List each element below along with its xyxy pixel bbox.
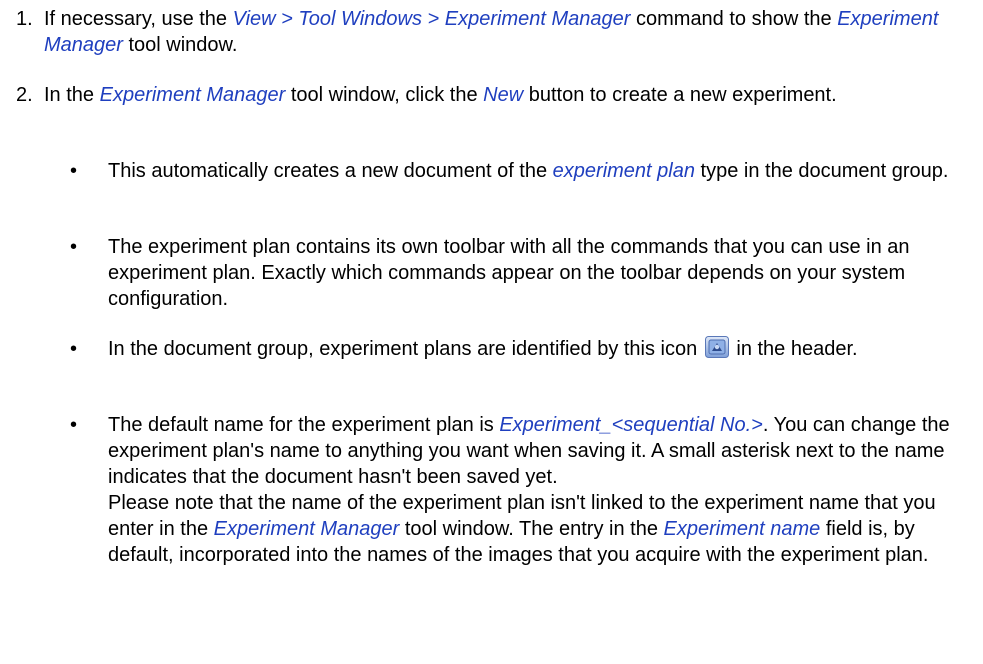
bullet-icon: • <box>70 236 78 258</box>
menu-path-link[interactable]: View > Tool Windows > Experiment Manager <box>233 8 631 30</box>
step-text-part: If necessary, use the <box>44 8 233 30</box>
new-button-link[interactable]: New <box>483 84 523 106</box>
step-text-part: tool window, click the <box>285 84 484 106</box>
bullet-text: The default name for the experiment plan… <box>108 412 958 568</box>
bullet-text-part: in the header. <box>730 338 858 360</box>
bullet-text-part: In the document group, experiment plans … <box>108 338 698 360</box>
experiment-plan-icon <box>704 336 729 358</box>
bullet-icon: • <box>70 414 78 436</box>
step-number: 2. <box>16 84 33 106</box>
step-text-part: command to show the <box>630 8 838 30</box>
step-text-part: button to create a new experiment. <box>523 84 837 106</box>
bullet-icon: • <box>70 160 78 182</box>
experiment-name-link[interactable]: Experiment name <box>664 518 821 540</box>
experiment-manager-link[interactable]: Experiment Manager <box>100 84 286 106</box>
bullet-text-part: type in the document group. <box>694 160 949 182</box>
step-number: 1. <box>16 8 33 30</box>
step-text: If necessary, use the View > Tool Window… <box>44 6 949 58</box>
bullet-text: In the document group, experiment plans … <box>108 336 958 362</box>
bullet-text: This automatically creates a new documen… <box>108 158 958 184</box>
step-text-part: In the <box>44 84 100 106</box>
default-name-link[interactable]: Experiment_<sequential No.> <box>499 414 763 436</box>
document-page: 1. If necessary, use the View > Tool Win… <box>0 0 983 664</box>
experiment-manager-link[interactable]: Experiment Manager <box>214 518 400 540</box>
bullet-text-part: This automatically creates a new documen… <box>108 160 553 182</box>
bullet-text: The experiment plan contains its own too… <box>108 236 910 310</box>
step-text: In the Experiment Manager tool window, c… <box>44 82 949 108</box>
bullet-text-part: The default name for the experiment plan… <box>108 414 500 436</box>
bullet-icon: • <box>70 338 78 360</box>
bullet-text-part: tool window. The entry in the <box>399 518 664 540</box>
step-text-part: tool window. <box>122 34 238 56</box>
experiment-plan-link[interactable]: experiment plan <box>553 160 695 182</box>
